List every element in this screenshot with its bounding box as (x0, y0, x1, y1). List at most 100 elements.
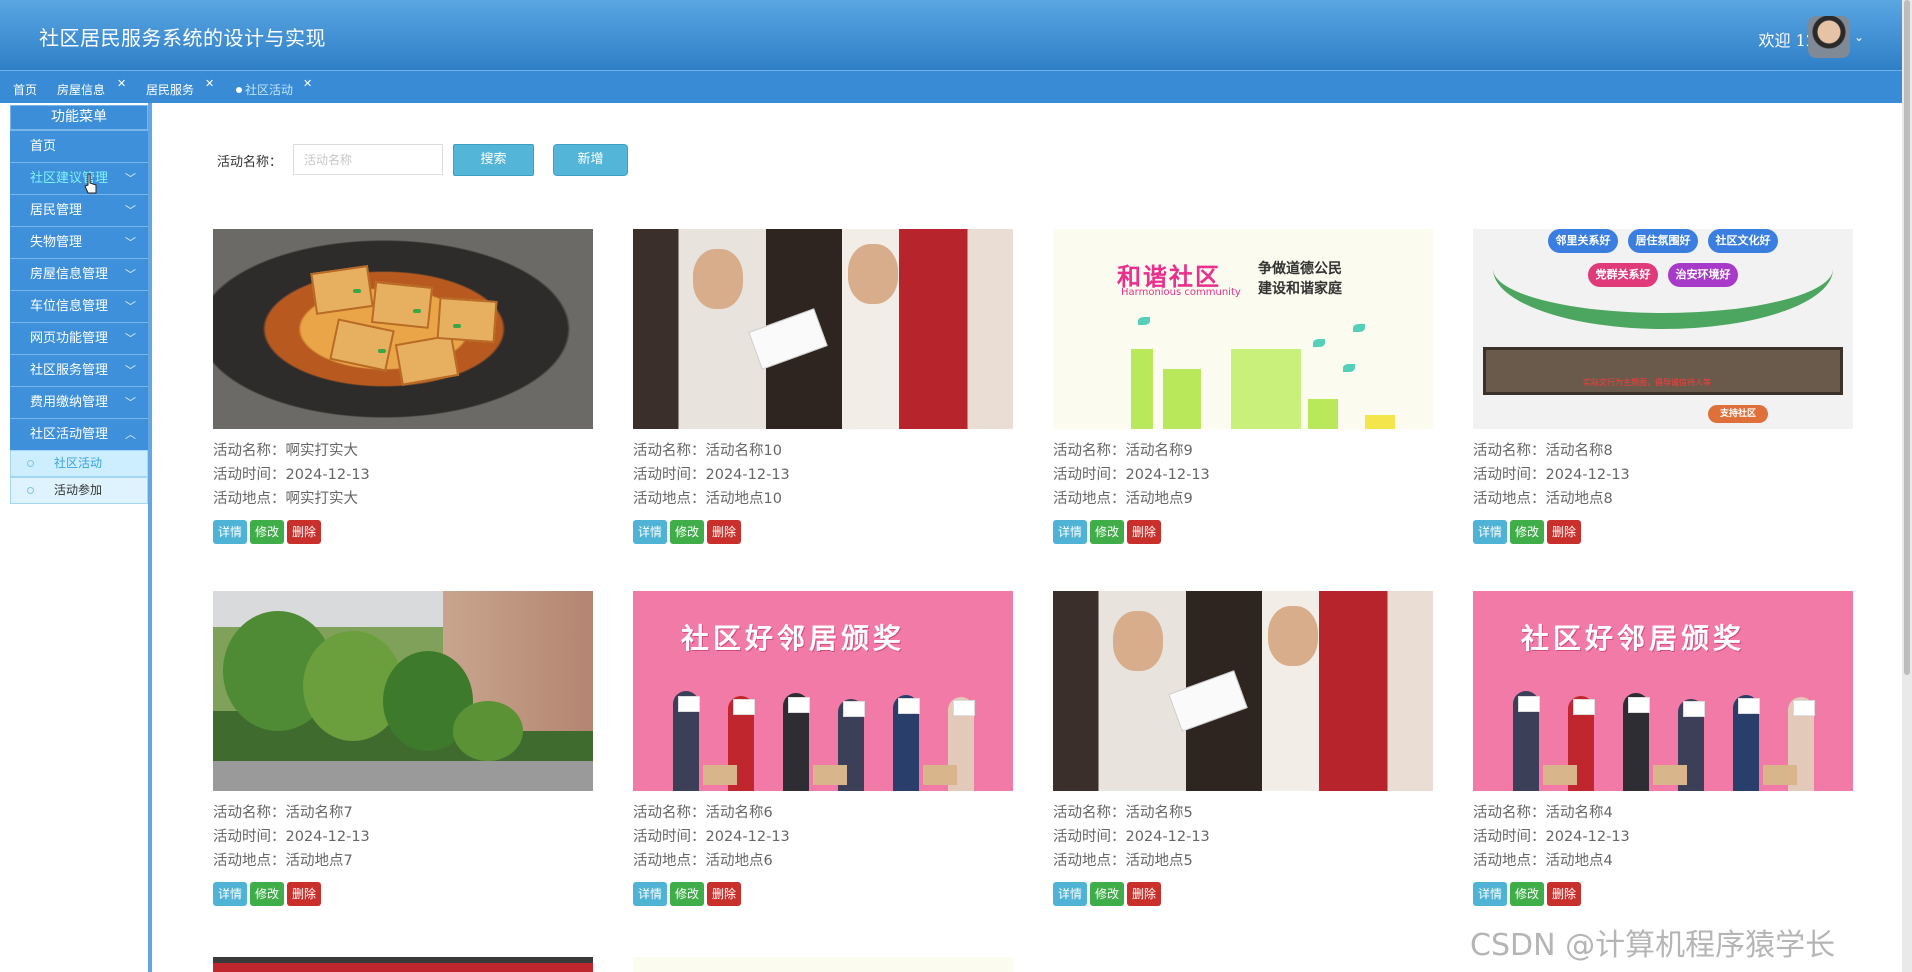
activity-card: 活动名称：啊实打实大 活动时间：2024-12-13 活动地点：啊实打实大 详情… (213, 229, 593, 544)
activity-image[interactable] (633, 229, 1013, 429)
banner-title: 社区好邻居颁奖 (1521, 622, 1746, 655)
sidebar-item-fee[interactable]: 费用缴纳管理 ﹀ (10, 386, 148, 418)
edit-button[interactable]: 修改 (670, 520, 705, 544)
add-button[interactable]: 新增 (553, 144, 628, 176)
sidebar-item-activity[interactable]: 社区活动管理 ︿ (10, 418, 148, 450)
wall-label: 党群关系好 (1588, 263, 1658, 287)
delete-button[interactable]: 删除 (1547, 520, 1582, 544)
sidebar-subitem-activity[interactable]: 社区活动 (10, 450, 148, 477)
activity-name: 活动名称10 (705, 443, 782, 459)
chevron-down-icon: ﹀ (125, 332, 136, 345)
delete-button[interactable]: 删除 (1127, 882, 1162, 906)
field-label: 活动名称： (213, 805, 286, 821)
delete-button[interactable]: 删除 (287, 882, 322, 906)
activity-place: 活动地点4 (1545, 853, 1613, 869)
avatar[interactable] (1808, 16, 1850, 58)
activity-image[interactable] (213, 591, 593, 791)
chevron-down-icon: ﹀ (125, 396, 136, 409)
close-icon[interactable]: ✕ (303, 77, 312, 90)
activity-place: 活动地点6 (705, 853, 773, 869)
edit-button[interactable]: 修改 (670, 882, 705, 906)
activity-place: 活动地点10 (705, 491, 782, 507)
activity-time: 2024-12-13 (1125, 829, 1210, 845)
activity-time: 2024-12-13 (285, 467, 370, 483)
activity-name: 活动名称8 (1545, 443, 1613, 459)
chevron-down-icon: ﹀ (125, 204, 136, 217)
detail-button[interactable]: 详情 (1053, 882, 1088, 906)
edit-button[interactable]: 修改 (250, 520, 285, 544)
edit-button[interactable]: 修改 (1510, 520, 1545, 544)
sidebar-item-house[interactable]: 房屋信息管理 ﹀ (10, 258, 148, 290)
wall-label: 支持社区 (1708, 405, 1768, 423)
sidebar-item-parking[interactable]: 车位信息管理 ﹀ (10, 290, 148, 322)
card-info: 活动名称：啊实打实大 活动时间：2024-12-13 活动地点：啊实打实大 (213, 439, 593, 511)
activity-image[interactable]: 邻里关系好 居住氛围好 社区文化好 党群关系好 治安环境好 实际文行为主题图，倡… (1473, 229, 1853, 429)
wall-label: 邻里关系好 (1548, 229, 1618, 253)
edit-button[interactable]: 修改 (1510, 882, 1545, 906)
tab-community-activity[interactable]: 社区活动 (236, 81, 293, 98)
activity-image[interactable] (213, 957, 593, 972)
wall-label: 社区文化好 (1708, 229, 1778, 253)
field-label: 活动地点： (1473, 853, 1546, 869)
scrollbar-thumb[interactable] (1904, 0, 1910, 675)
delete-button[interactable]: 删除 (1547, 882, 1582, 906)
field-label: 活动地点： (213, 491, 286, 507)
activity-image[interactable] (633, 957, 1013, 972)
field-label: 活动地点： (633, 853, 706, 869)
app-title: 社区居民服务系统的设计与实现 (39, 26, 326, 50)
sidebar-item-resident[interactable]: 居民管理 ﹀ (10, 194, 148, 226)
close-icon[interactable]: ✕ (117, 77, 126, 90)
activity-place: 活动地点8 (1545, 491, 1613, 507)
search-input[interactable] (293, 144, 443, 175)
tab-home[interactable]: 首页 (13, 81, 37, 98)
detail-button[interactable]: 详情 (213, 520, 248, 544)
activity-name: 活动名称9 (1125, 443, 1193, 459)
delete-button[interactable]: 删除 (707, 520, 742, 544)
menu-title: 功能菜单 (10, 105, 148, 130)
activity-image[interactable] (1053, 591, 1433, 791)
activity-time: 2024-12-13 (1545, 467, 1630, 483)
sidebar-item-lost[interactable]: 失物管理 ﹀ (10, 226, 148, 258)
activity-image[interactable]: 社区好邻居颁奖 (1473, 591, 1853, 791)
activity-card: 社区好邻居颁奖 活动名称：活动名称4 活动时间：2024-12-13 活动地点：… (1473, 591, 1853, 906)
activity-time: 2024-12-13 (1545, 829, 1630, 845)
detail-button[interactable]: 详情 (1053, 520, 1088, 544)
activity-image[interactable]: 社区好邻居颁奖 (633, 591, 1013, 791)
detail-button[interactable]: 详情 (1473, 520, 1508, 544)
delete-button[interactable]: 删除 (1127, 520, 1162, 544)
activity-time: 2024-12-13 (705, 829, 790, 845)
edit-button[interactable]: 修改 (1090, 882, 1125, 906)
detail-button[interactable]: 详情 (1473, 882, 1508, 906)
tab-resident-service[interactable]: 居民服务 (146, 81, 194, 98)
field-label: 活动地点： (633, 491, 706, 507)
detail-button[interactable]: 详情 (633, 882, 668, 906)
chevron-down-icon[interactable]: ⌄ (1854, 30, 1864, 44)
edit-button[interactable]: 修改 (250, 882, 285, 906)
field-label: 活动时间： (1473, 467, 1546, 483)
detail-button[interactable]: 详情 (213, 882, 248, 906)
sidebar-item-suggestion[interactable]: 社区建议管理 ﹀ (10, 162, 148, 194)
sidebar-item-home[interactable]: 首页 (10, 130, 148, 162)
activity-card: 和谐社区 Harmonious community 争做道德公民 建设和谐家庭 活… (1053, 229, 1433, 544)
delete-button[interactable]: 删除 (287, 520, 322, 544)
sidebar-item-service[interactable]: 社区服务管理 ﹀ (10, 354, 148, 386)
activity-card: 活动名称：活动名称10 活动时间：2024-12-13 活动地点：活动地点10 … (633, 229, 1013, 544)
board-text: 实际文行为主题图，倡导诚信待人等 (1583, 378, 1711, 387)
activity-image[interactable]: 和谐社区 Harmonious community 争做道德公民 建设和谐家庭 (1053, 229, 1433, 429)
sidebar-subitem-participation[interactable]: 活动参加 (10, 477, 148, 504)
detail-button[interactable]: 详情 (633, 520, 668, 544)
field-label: 活动名称： (1473, 443, 1546, 459)
edit-button[interactable]: 修改 (1090, 520, 1125, 544)
poster-line: 建设和谐家庭 (1258, 281, 1342, 297)
close-icon[interactable]: ✕ (205, 77, 214, 90)
delete-button[interactable]: 删除 (707, 882, 742, 906)
activity-name: 活动名称7 (285, 805, 353, 821)
search-button[interactable]: 搜索 (453, 144, 534, 176)
tab-house-info[interactable]: 房屋信息 (57, 81, 105, 98)
card-info: 活动名称：活动名称6 活动时间：2024-12-13 活动地点：活动地点6 (633, 801, 1013, 873)
sidebar-item-web[interactable]: 网页功能管理 ﹀ (10, 322, 148, 354)
activity-image[interactable] (213, 229, 593, 429)
activity-name: 啊实打实大 (285, 443, 359, 459)
active-dot-icon (236, 87, 242, 93)
activity-time: 2024-12-13 (285, 829, 370, 845)
